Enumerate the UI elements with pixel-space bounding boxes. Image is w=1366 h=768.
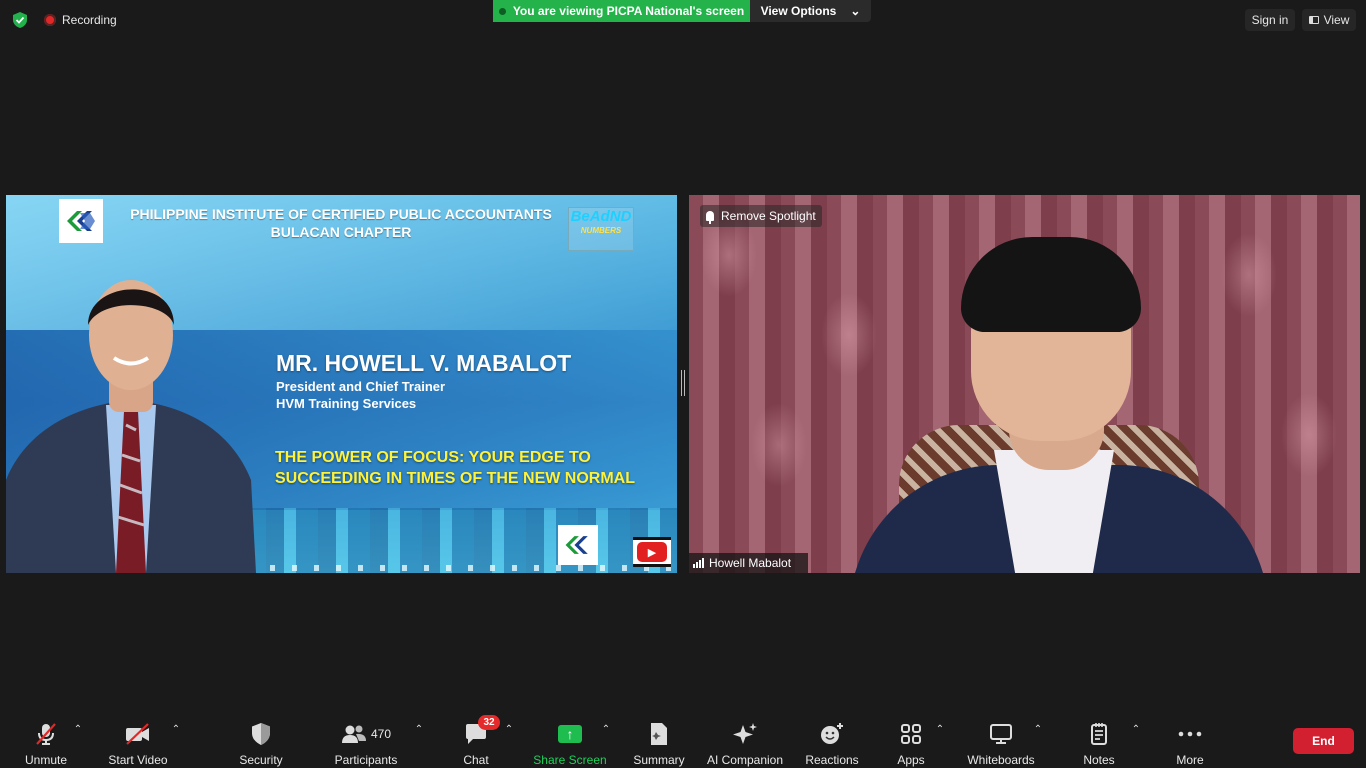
picpa-logo-small — [558, 525, 598, 565]
end-meeting-button[interactable]: End — [1293, 728, 1354, 754]
topic-line-1: THE POWER OF FOCUS: YOUR EDGE TO — [275, 449, 591, 466]
share-screen-label: Share Screen — [533, 753, 607, 767]
org-line-2: BULACAN CHAPTER — [270, 224, 412, 240]
share-screen-icon: ↑ — [558, 721, 582, 747]
speaker-company: HVM Training Services — [276, 396, 417, 411]
sparkle-icon — [732, 721, 758, 747]
remove-spotlight-button[interactable]: Remove Spotlight — [700, 205, 822, 227]
share-options-chevron-icon[interactable]: ⌃ — [601, 725, 611, 735]
chat-unread-badge: 32 — [478, 715, 500, 730]
beyond-numbers-logo: BeAdND NUMBERS — [568, 207, 634, 251]
view-button[interactable]: View — [1302, 9, 1356, 31]
pin-icon — [706, 211, 714, 224]
recording-dot-icon — [44, 14, 56, 26]
chat-label: Chat — [463, 753, 489, 767]
view-layout-icon — [1308, 16, 1319, 24]
view-options-label: View Options — [760, 4, 837, 18]
summary-document-icon — [648, 721, 670, 747]
notes-icon — [1089, 721, 1109, 747]
badge-text: BeAdND — [570, 208, 632, 225]
audio-options-chevron-icon[interactable]: ⌃ — [73, 725, 83, 735]
badge-subtext: NUMBERS — [580, 226, 622, 235]
participants-button[interactable]: 470 Participants — [333, 713, 399, 768]
participant-name-tag: Howell Mabalot — [689, 553, 808, 573]
more-button[interactable]: More — [1172, 713, 1208, 768]
notes-button[interactable]: Notes — [1080, 713, 1118, 768]
picpa-logo — [59, 199, 103, 243]
chat-options-chevron-icon[interactable]: ⌃ — [504, 725, 514, 735]
reactions-button[interactable]: Reactions — [804, 713, 860, 768]
ai-companion-label: AI Companion — [706, 753, 784, 767]
chat-bubble-icon: 32 — [464, 715, 500, 747]
summary-label: Summary — [633, 753, 685, 767]
participants-count: 470 — [370, 727, 392, 741]
chat-button[interactable]: 32 Chat — [461, 713, 500, 768]
meeting-toolbar: Unmute ⌃ Start Video ⌃ Security 470 Part… — [0, 713, 1366, 768]
start-video-label: Start Video — [108, 753, 168, 767]
org-line-1: PHILIPPINE INSTITUTE OF CERTIFIED PUBLIC… — [130, 206, 552, 222]
sign-in-label: Sign in — [1251, 13, 1289, 27]
participant-video-tile[interactable] — [689, 195, 1360, 573]
split-view-divider[interactable] — [681, 370, 685, 396]
speaker-photo — [6, 280, 256, 573]
video-hair — [961, 237, 1141, 332]
speaker-title: President and Chief Trainer — [276, 379, 446, 394]
unmute-button[interactable]: Unmute — [20, 713, 72, 768]
reactions-label: Reactions — [805, 753, 859, 767]
shield-icon — [250, 721, 272, 747]
picpa-chevron-small-icon — [565, 536, 588, 554]
sign-in-button[interactable]: Sign in — [1245, 9, 1295, 31]
apps-options-chevron-icon[interactable]: ⌃ — [935, 725, 945, 735]
security-label: Security — [239, 753, 283, 767]
participants-icon: 470 — [341, 721, 391, 747]
video-options-chevron-icon[interactable]: ⌃ — [171, 725, 181, 735]
recording-label: Recording — [62, 13, 117, 27]
whiteboards-label: Whiteboards — [967, 753, 1035, 767]
shared-screen[interactable]: PHILIPPINE INSTITUTE OF CERTIFIED PUBLIC… — [6, 195, 677, 573]
summary-button[interactable]: Summary — [631, 713, 687, 768]
session-topic: THE POWER OF FOCUS: YOUR EDGE TO SUCCEED… — [275, 447, 635, 489]
apps-grid-icon — [900, 721, 922, 747]
notes-label: Notes — [1083, 753, 1115, 767]
remove-spotlight-label: Remove Spotlight — [721, 209, 816, 223]
view-label: View — [1323, 13, 1350, 27]
speaker-role: President and Chief Trainer HVM Training… — [276, 378, 445, 412]
youtube-logo: ▶ — [633, 537, 671, 567]
recording-indicator[interactable]: Recording — [44, 12, 117, 28]
youtube-play-icon: ▶ — [637, 542, 667, 562]
picpa-chevron-icon — [67, 211, 95, 231]
security-button[interactable]: Security — [236, 713, 286, 768]
viewing-banner-text: You are viewing PICPA National's screen — [512, 4, 745, 18]
ai-companion-button[interactable]: AI Companion — [704, 713, 786, 768]
end-label: End — [1312, 734, 1335, 748]
slide-org-title: PHILIPPINE INSTITUTE OF CERTIFIED PUBLIC… — [106, 205, 576, 241]
screen-share-dot-icon — [498, 7, 506, 15]
security-shield-icon[interactable] — [11, 11, 29, 29]
signal-strength-icon — [693, 558, 704, 568]
topic-line-2: SUCCEEDING IN TIMES OF THE NEW NORMAL — [275, 470, 635, 487]
whiteboards-options-chevron-icon[interactable]: ⌃ — [1033, 725, 1043, 735]
speaker-name: MR. HOWELL V. MABALOT — [276, 350, 572, 376]
more-label: More — [1176, 753, 1204, 767]
whiteboards-button[interactable]: Whiteboards — [963, 713, 1039, 768]
more-dots-icon — [1178, 721, 1202, 747]
apps-button[interactable]: Apps — [896, 713, 926, 768]
view-options-button[interactable]: View Options ⌄ — [750, 0, 871, 22]
chevron-down-icon: ⌄ — [850, 4, 861, 18]
smiley-plus-icon — [819, 721, 845, 747]
share-screen-button[interactable]: ↑ Share Screen — [533, 713, 607, 768]
notes-options-chevron-icon[interactable]: ⌃ — [1131, 725, 1141, 735]
participants-label: Participants — [334, 753, 398, 767]
viewing-screen-banner: You are viewing PICPA National's screen — [493, 0, 750, 22]
camera-off-icon — [124, 721, 152, 747]
whiteboard-icon — [989, 721, 1013, 747]
microphone-muted-icon — [34, 721, 58, 747]
participant-name: Howell Mabalot — [709, 556, 792, 570]
unmute-label: Unmute — [24, 753, 68, 767]
participants-options-chevron-icon[interactable]: ⌃ — [414, 725, 424, 735]
start-video-button[interactable]: Start Video — [106, 713, 170, 768]
apps-label: Apps — [897, 753, 925, 767]
